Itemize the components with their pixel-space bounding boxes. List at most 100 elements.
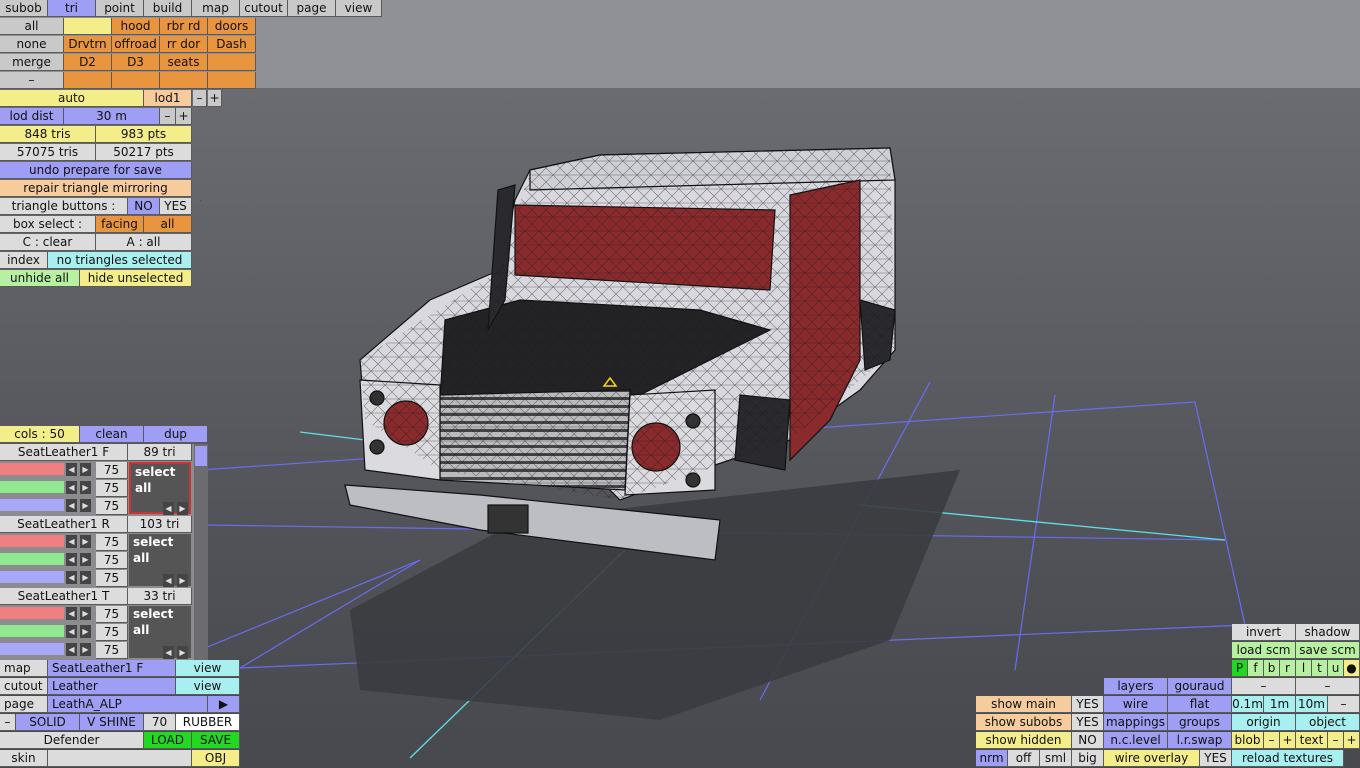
model-name[interactable]: Defender — [0, 732, 144, 749]
subob-dash[interactable]: Dash — [208, 36, 256, 53]
clean-button[interactable]: clean — [80, 426, 144, 443]
cutout-view-button[interactable]: view — [176, 678, 240, 695]
arrow-left-icon[interactable]: ◀ — [66, 499, 77, 512]
arrow-right-icon[interactable]: ▶ — [80, 643, 91, 656]
view-front[interactable]: f — [1248, 660, 1264, 677]
subob-empty-3[interactable] — [112, 72, 160, 89]
arrow-left-icon[interactable]: ◀ — [163, 646, 174, 659]
object-button[interactable]: object — [1296, 714, 1360, 731]
lod-minus-button[interactable]: – — [193, 90, 207, 107]
page-value[interactable]: LeathA_ALP — [48, 696, 208, 713]
dist-plus-button[interactable]: + — [176, 108, 192, 125]
rubber-button[interactable]: RUBBER — [176, 714, 240, 731]
normals-sml-button[interactable]: sml — [1040, 750, 1072, 767]
subob-empty-4[interactable] — [160, 72, 208, 89]
subob-d2[interactable]: D2 — [64, 54, 112, 71]
view-back[interactable]: b — [1264, 660, 1280, 677]
invert-button[interactable]: invert — [1232, 624, 1296, 641]
show-subobs-label[interactable]: show subobs — [976, 714, 1072, 731]
groups-button[interactable]: groups — [1168, 714, 1232, 731]
wire-button[interactable]: wire — [1104, 696, 1168, 713]
dash-button-1[interactable]: – — [1232, 678, 1296, 695]
skin-label[interactable]: skin — [0, 750, 48, 767]
blob-minus-button[interactable]: – — [1264, 732, 1280, 749]
tab-point[interactable]: point — [96, 0, 144, 17]
triangle-buttons-yes[interactable]: YES — [160, 198, 192, 215]
vshine-button[interactable]: V SHINE — [80, 714, 144, 731]
arrow-right-icon[interactable]: ▶ — [80, 463, 91, 476]
gouraud-button[interactable]: gouraud — [1168, 678, 1232, 695]
subob-merge[interactable]: merge — [0, 54, 64, 71]
solid-button[interactable]: SOLID — [16, 714, 80, 731]
lod-dist-value[interactable]: 30 m — [64, 108, 160, 125]
subob-rbr-rd[interactable]: rbr rd — [160, 18, 208, 35]
save-scm-button[interactable]: save scm — [1296, 642, 1360, 659]
map-view-button[interactable]: view — [176, 660, 240, 677]
dup-button[interactable]: dup — [144, 426, 208, 443]
tab-map[interactable]: map — [192, 0, 240, 17]
subob-all[interactable]: all — [0, 18, 64, 35]
select-all-hint[interactable]: A : all — [96, 234, 192, 251]
lod-plus-button[interactable]: + — [208, 90, 222, 107]
subob-empty-5[interactable] — [208, 72, 256, 89]
tab-view[interactable]: view — [336, 0, 382, 17]
mappings-button[interactable]: mappings — [1104, 714, 1168, 731]
wire-overlay-value[interactable]: YES — [1200, 750, 1232, 767]
view-top[interactable]: t — [1312, 660, 1328, 677]
arrow-left-icon[interactable]: ◀ — [66, 535, 77, 548]
scrollbar-thumb[interactable] — [195, 446, 207, 466]
cutout-value[interactable]: Leather — [48, 678, 176, 695]
show-subobs-value[interactable]: YES — [1072, 714, 1104, 731]
load-button[interactable]: LOAD — [144, 732, 192, 749]
map-value[interactable]: SeatLeather1 F — [48, 660, 176, 677]
green-slider[interactable] — [0, 625, 64, 637]
blob-plus-button[interactable]: + — [1280, 732, 1296, 749]
load-scm-button[interactable]: load scm — [1232, 642, 1296, 659]
blue-slider[interactable] — [0, 499, 64, 511]
arrow-right-icon[interactable]: ▶ — [80, 499, 91, 512]
text-plus-button[interactable]: + — [1344, 732, 1360, 749]
arrow-left-icon[interactable]: ◀ — [66, 643, 77, 656]
view-right[interactable]: r — [1280, 660, 1296, 677]
subob-unnamed[interactable] — [64, 18, 112, 35]
tab-page[interactable]: page — [288, 0, 336, 17]
subob-doors[interactable]: doors — [208, 18, 256, 35]
obj-button[interactable]: OBJ — [192, 750, 240, 767]
material-name[interactable]: SeatLeather1 F — [0, 444, 128, 461]
clear-hint[interactable]: C : clear — [0, 234, 96, 251]
grid-1m-button[interactable]: 1m — [1264, 696, 1296, 713]
subob-d3[interactable]: D3 — [112, 54, 160, 71]
blue-slider[interactable] — [0, 643, 64, 655]
arrow-right-icon[interactable]: ▶ — [80, 571, 91, 584]
tab-tri[interactable]: tri — [48, 0, 96, 17]
grid-minus-button[interactable]: – — [1328, 696, 1360, 713]
auto-button[interactable]: auto — [0, 90, 144, 107]
normals-big-button[interactable]: big — [1072, 750, 1104, 767]
nc-level-button[interactable]: n.c.level — [1104, 732, 1168, 749]
arrow-left-icon[interactable]: ◀ — [66, 481, 77, 494]
red-slider[interactable] — [0, 607, 64, 619]
undo-prepare-button[interactable]: undo prepare for save — [0, 162, 192, 179]
subob-collapse[interactable]: – — [0, 72, 64, 89]
repair-mirroring-button[interactable]: repair triangle mirroring — [0, 180, 192, 197]
arrow-right-icon[interactable]: ▶ — [80, 625, 91, 638]
show-main-value[interactable]: YES — [1072, 696, 1104, 713]
subob-hood[interactable]: hood — [112, 18, 160, 35]
normals-off-button[interactable]: off — [1008, 750, 1040, 767]
subob-rr-dor[interactable]: rr dor — [160, 36, 208, 53]
origin-button[interactable]: origin — [1232, 714, 1296, 731]
unhide-all-button[interactable]: unhide all — [0, 270, 80, 287]
lod-selector[interactable]: lod1 — [144, 90, 192, 107]
green-slider[interactable] — [0, 481, 64, 493]
flat-button[interactable]: flat — [1168, 696, 1232, 713]
normals-nrm-button[interactable]: nrm — [976, 750, 1008, 767]
arrow-right-icon[interactable]: ▶ — [80, 553, 91, 566]
green-slider[interactable] — [0, 553, 64, 565]
shine-value[interactable]: 70 — [144, 714, 176, 731]
material-name[interactable]: SeatLeather1 T — [0, 588, 128, 605]
box-select-all[interactable]: all — [144, 216, 192, 233]
text-minus-button[interactable]: – — [1328, 732, 1344, 749]
arrow-left-icon[interactable]: ◀ — [66, 463, 77, 476]
shader-minus-button[interactable]: – — [0, 714, 16, 731]
view-dot-icon[interactable]: ● — [1344, 660, 1360, 677]
